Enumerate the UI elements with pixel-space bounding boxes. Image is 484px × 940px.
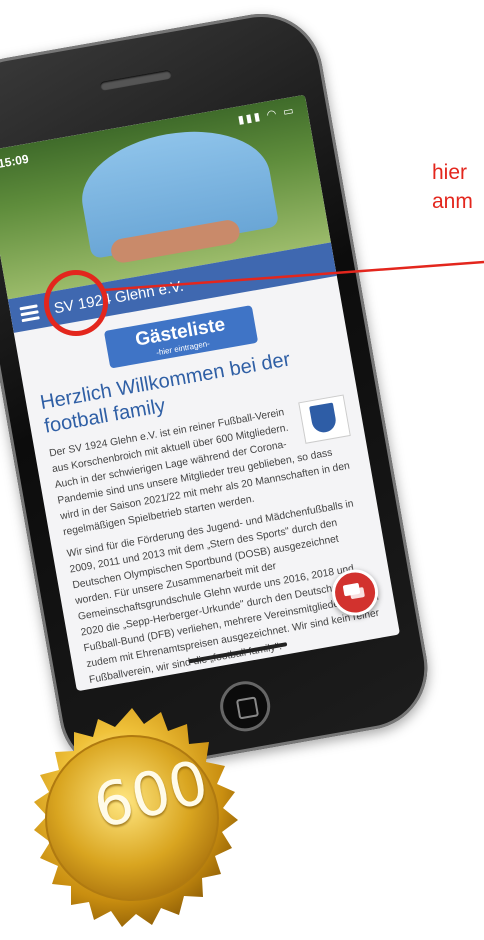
phone-screen: 15:09 ▮▮▮ ◠ ▭ SV 1924 Glehn e.V. Gästeli… xyxy=(0,94,401,692)
hamburger-menu-icon[interactable] xyxy=(19,301,40,324)
annotation-line-1: hier xyxy=(432,161,468,184)
menu-highlight-circle xyxy=(44,270,108,336)
annotation-line-2: anm xyxy=(432,190,473,213)
main-content: Gästeliste -hier eintragen- Herzlich Wil… xyxy=(14,276,400,691)
club-crest-icon xyxy=(298,394,351,444)
status-icons: ▮▮▮ ◠ ▭ xyxy=(237,104,297,127)
phone-frame: 15:09 ▮▮▮ ◠ ▭ SV 1924 Glehn e.V. Gästeli… xyxy=(0,4,438,783)
phone-speaker xyxy=(99,69,173,91)
status-time: 15:09 xyxy=(0,151,30,171)
annotation-text: hier anm xyxy=(432,158,473,216)
